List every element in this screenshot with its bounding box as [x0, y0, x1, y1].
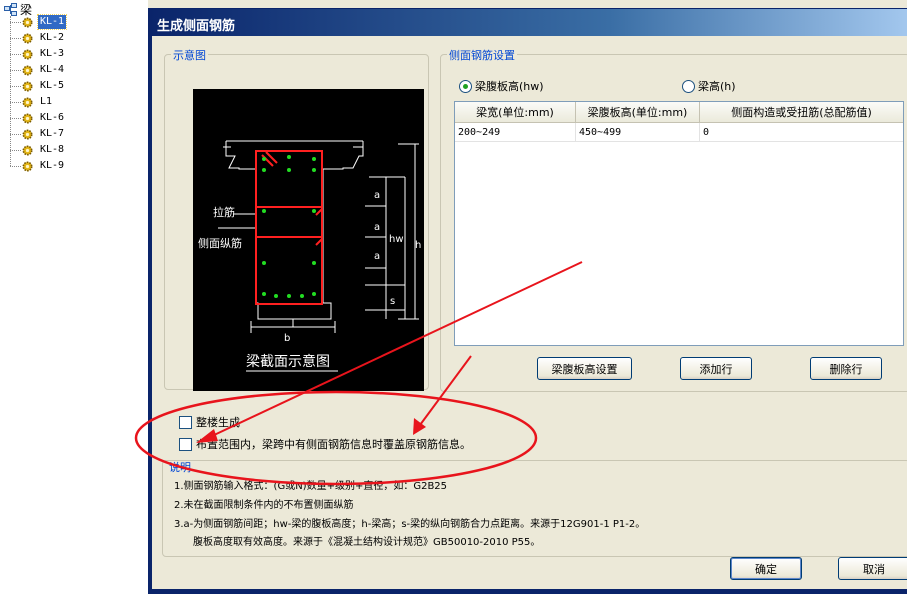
beam-gear-icon: [22, 145, 33, 155]
dim-h-label: h: [415, 240, 421, 251]
side-bar-label: 侧面纵筋: [198, 236, 242, 250]
cancel-button[interactable]: 取消: [838, 557, 907, 580]
tree-item[interactable]: KL-1: [10, 14, 68, 30]
tree-item-label: KL-1: [36, 14, 68, 30]
tree-connector: [10, 53, 21, 55]
tie-bar-label: 拉筋: [213, 205, 235, 219]
dialog-title: 生成侧面钢筋: [157, 19, 236, 34]
radio-beam-height-button[interactable]: [682, 79, 695, 93]
schematic-group-title: 示意图: [171, 47, 208, 63]
notes-title: 说明: [169, 461, 191, 474]
dialog-client: 示意图 拉筋 侧面纵筋 a a a hw h s b 梁截面示意图 侧面钢筋设置…: [152, 36, 907, 589]
column-header-beam-width[interactable]: 梁宽(单位:mm): [455, 102, 576, 122]
tree-item[interactable]: KL-2: [10, 30, 66, 46]
tree-item-label: KL-6: [40, 112, 65, 123]
tree-item-label: KL-9: [40, 160, 65, 171]
tree-item-label: KL-3: [40, 48, 65, 59]
beam-gear-icon: [22, 129, 33, 139]
beam-section-drawing: 拉筋 侧面纵筋 a a a hw h s b 梁截面示意图: [198, 140, 421, 372]
tree-connector: [10, 21, 21, 23]
whole-floor-checkbox[interactable]: [179, 415, 192, 429]
tree-connector: [10, 101, 21, 103]
add-row-button[interactable]: 添加行: [680, 357, 752, 380]
side-rebar-dialog: 生成侧面钢筋 示意图 拉筋 侧面纵筋 a a a hw h s b 梁截面示意图…: [148, 8, 907, 594]
radio-beam-height-label: 梁高(h): [698, 80, 736, 93]
diagram-caption: 梁截面示意图: [246, 353, 330, 370]
beam-tree: 梁 KL-1 KL-2 KL-3 KL-4 KL-5 L1 KL-6 KL-7 …: [0, 0, 148, 594]
tree-item[interactable]: KL-8: [10, 142, 66, 158]
tree-item-label: KL-5: [40, 80, 65, 91]
tree-connector: [10, 69, 21, 71]
tree-connector: [10, 165, 21, 167]
tree-item[interactable]: KL-4: [10, 62, 66, 78]
tree-item[interactable]: KL-9: [10, 158, 66, 174]
tree-connector: [10, 37, 21, 39]
beam-gear-icon: [22, 97, 33, 107]
rebar-settings-table[interactable]: 梁宽(单位:mm) 梁腹板高(单位:mm) 侧面构造或受扭筋(总配筋值) 200…: [454, 101, 904, 346]
tree-item-label: L1: [40, 96, 53, 107]
radio-web-height-button[interactable]: [459, 79, 472, 93]
web-height-setting-button[interactable]: 梁腹板高设置: [537, 357, 632, 380]
tree-item-label: KL-4: [40, 64, 65, 75]
dim-s-label: s: [390, 296, 395, 307]
delete-row-button[interactable]: 删除行: [810, 357, 882, 380]
table-row[interactable]: 200~249 450~499 0: [455, 123, 903, 142]
whole-floor-option[interactable]: 整楼生成: [179, 414, 240, 430]
tree-connector: [10, 149, 21, 151]
note-line: 腹板高度取有效高度。来源于《混凝土结构设计规范》GB50010-2010 P55…: [193, 537, 541, 548]
beam-gear-icon: [22, 65, 33, 75]
dim-hw-label: hw: [389, 234, 404, 245]
overwrite-option[interactable]: 布置范围内，梁跨中有侧面钢筋信息时覆盖原钢筋信息。: [179, 436, 471, 452]
whole-floor-label: 整楼生成: [196, 416, 240, 429]
column-header-side-rebar[interactable]: 侧面构造或受扭筋(总配筋值): [700, 102, 903, 122]
tree-item-label: KL-2: [40, 32, 65, 43]
note-line: 2.未在截面限制条件内的不布置侧面纵筋: [174, 500, 354, 511]
beam-gear-icon: [22, 161, 33, 171]
dim-a-label: a: [374, 222, 380, 233]
tree-item-label: KL-8: [40, 144, 65, 155]
tree-item-label: KL-7: [40, 128, 65, 139]
beam-gear-icon: [22, 81, 33, 91]
beam-gear-icon: [22, 33, 33, 43]
beam-gear-icon: [22, 17, 33, 27]
radio-beam-height[interactable]: 梁高(h): [682, 78, 736, 94]
beam-section-diagram: 拉筋 侧面纵筋 a a a hw h s b 梁截面示意图: [193, 89, 424, 391]
table-cell[interactable]: 450~499: [576, 123, 700, 141]
ok-button[interactable]: 确定: [730, 557, 802, 580]
overwrite-label: 布置范围内，梁跨中有侧面钢筋信息时覆盖原钢筋信息。: [196, 438, 471, 451]
table-cell[interactable]: 0: [700, 123, 903, 141]
dim-b-label: b: [284, 333, 290, 344]
beam-gear-icon: [22, 49, 33, 59]
radio-web-height-label: 梁腹板高(hw): [475, 80, 544, 93]
tree-item[interactable]: KL-5: [10, 78, 66, 94]
tree-connector: [10, 85, 21, 87]
note-line: 3.a-为侧面钢筋间距；hw-梁的腹板高度；h-梁高；s-梁的纵向钢筋合力点距离…: [174, 519, 646, 530]
dim-a-label: a: [374, 251, 380, 262]
tree-connector: [10, 133, 21, 135]
tree-item[interactable]: L1: [10, 94, 54, 110]
tree-item[interactable]: KL-7: [10, 126, 66, 142]
tree-connector: [10, 117, 21, 119]
overwrite-checkbox[interactable]: [179, 437, 192, 451]
column-header-web-height[interactable]: 梁腹板高(单位:mm): [576, 102, 700, 122]
beam-gear-icon: [22, 113, 33, 123]
settings-group-title: 侧面钢筋设置: [447, 47, 517, 63]
table-header: 梁宽(单位:mm) 梁腹板高(单位:mm) 侧面构造或受扭筋(总配筋值): [455, 102, 903, 123]
tree-item[interactable]: KL-3: [10, 46, 66, 62]
dialog-titlebar[interactable]: 生成侧面钢筋: [149, 9, 907, 36]
note-line: 1.侧面钢筋输入格式：(G或N)数量+级别+直径，如：G2B25: [174, 481, 448, 492]
schematic-group: 示意图 拉筋 侧面纵筋 a a a hw h s b 梁截面示意图: [164, 47, 429, 391]
tree-item[interactable]: KL-6: [10, 110, 66, 126]
table-cell[interactable]: 200~249: [455, 123, 576, 141]
radio-web-height[interactable]: 梁腹板高(hw): [459, 78, 544, 94]
dim-a-label: a: [374, 190, 380, 201]
